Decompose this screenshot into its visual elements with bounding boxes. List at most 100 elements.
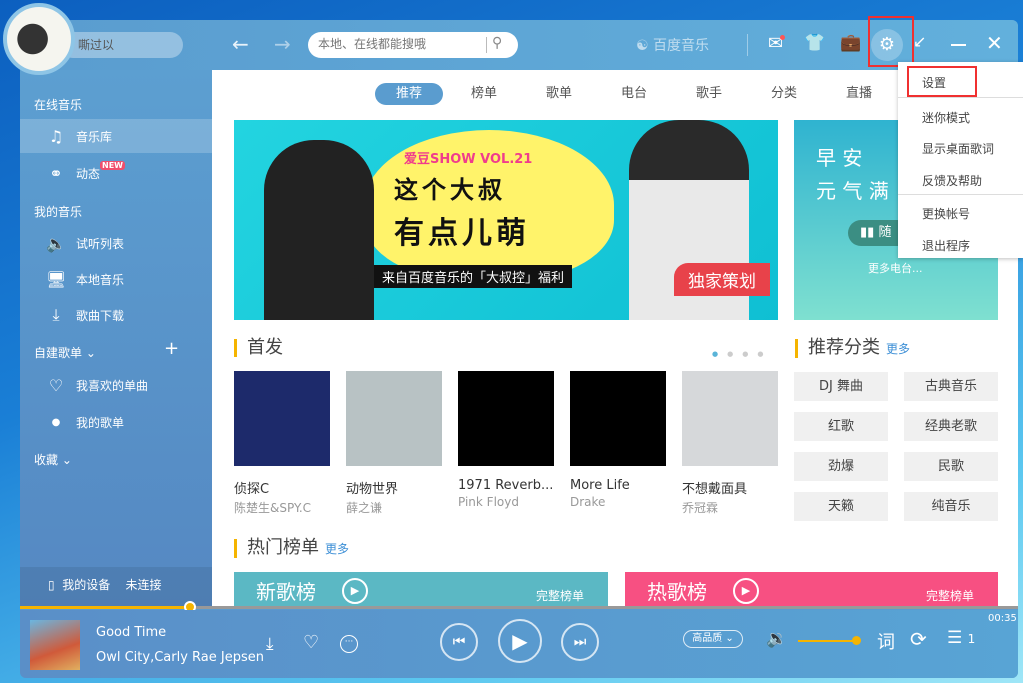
toolbox-icon[interactable]: 💼 [840, 33, 861, 53]
main-banner[interactable]: 爱豆SHOW VOL.21 这个大叔 有点儿萌 来自百度音乐的「大叔控」福利 独… [234, 120, 778, 320]
play-circle-icon[interactable]: ▶ [733, 578, 759, 604]
close-icon[interactable]: ✕ [986, 31, 1003, 55]
play-icon[interactable]: ▶ [498, 619, 542, 663]
album-card[interactable]: 不想戴面具 乔冠霖 [682, 371, 778, 516]
section-collect[interactable]: 收藏 ⌄ [34, 451, 72, 468]
repeat-icon[interactable]: ⟳ [910, 627, 927, 651]
album-cover[interactable] [346, 371, 442, 466]
album-card[interactable]: 1971 Reverb... Pink Floyd [458, 371, 554, 509]
previous-icon[interactable]: ⏮ [440, 623, 478, 661]
tab-3[interactable]: 电台 [600, 83, 668, 105]
menu-item-1[interactable]: 迷你模式 [922, 109, 970, 126]
search-input[interactable] [318, 37, 478, 51]
album-artist[interactable]: 薛之谦 [346, 499, 442, 516]
album-cover[interactable] [234, 371, 330, 466]
feed-icon: ⚭ [49, 163, 63, 183]
label: 歌曲下载 [76, 308, 125, 323]
search-box[interactable]: ⚲ [308, 32, 518, 58]
playlist-icon[interactable]: ☰ 1 [947, 628, 975, 648]
album-artist[interactable]: 陈楚生&SPY.C [234, 499, 330, 516]
album-artist[interactable]: Drake [570, 495, 666, 509]
gear-highlight [868, 16, 914, 67]
chart-card[interactable]: 新歌榜 ▶ 完整榜单 [234, 572, 608, 607]
sidebar-item-my-list[interactable]: ● 我的歌单 [20, 405, 212, 439]
album-title[interactable]: More Life [570, 478, 666, 493]
volume-icon[interactable]: 🔉 [766, 629, 787, 649]
forward-icon[interactable]: → [274, 32, 291, 56]
full-chart-link[interactable]: 完整榜单 [536, 587, 584, 604]
more-link[interactable]: 更多 [886, 342, 910, 356]
mail-icon[interactable]: ✉ [768, 33, 786, 54]
label: 我的歌单 [76, 415, 125, 430]
lyrics-button[interactable]: 词 [877, 628, 895, 654]
section-custom-playlists[interactable]: 自建歌单 ⌄ [34, 344, 96, 361]
label: 动态 [76, 166, 101, 181]
download-icon[interactable]: ⤓ [266, 634, 274, 654]
album-title[interactable]: 不想戴面具 [682, 478, 778, 497]
next-icon[interactable]: ⏭ [561, 623, 599, 661]
skin-shirt-icon[interactable]: 👕 [804, 33, 825, 53]
chevron-down-icon: ⌄ [61, 453, 72, 467]
category-button[interactable]: 古典音乐 [904, 372, 998, 401]
tab-6[interactable]: 直播 [825, 83, 893, 105]
avatar[interactable] [3, 3, 75, 75]
sidebar-item-feed[interactable]: ⚭ 动态 NEW [20, 156, 212, 190]
category-button[interactable]: 劲爆 [794, 452, 888, 481]
volume-handle[interactable] [852, 636, 861, 645]
album-card[interactable]: More Life Drake [570, 371, 666, 509]
volume-slider[interactable] [798, 640, 856, 642]
more-link[interactable]: 更多 [325, 542, 349, 556]
menu-item-3[interactable]: 反馈及帮助 [922, 172, 982, 189]
full-chart-link[interactable]: 完整榜单 [926, 587, 974, 604]
album-title[interactable]: 侦探C [234, 478, 330, 497]
album-cover[interactable] [570, 371, 666, 466]
add-playlist-icon[interactable]: + [164, 338, 179, 359]
dot-icon: ● [51, 416, 61, 428]
album-card[interactable]: 侦探C 陈楚生&SPY.C [234, 371, 330, 516]
category-button[interactable]: 民歌 [904, 452, 998, 481]
minimize-icon[interactable] [951, 44, 966, 46]
menu-item-4[interactable]: 更换帐号 [922, 205, 970, 222]
mini-mode-icon[interactable]: ↙ [913, 32, 926, 51]
category-button[interactable]: 纯音乐 [904, 492, 998, 521]
more-icon[interactable]: ··· [340, 635, 358, 653]
sidebar-item-liked[interactable]: ♡ 我喜欢的单曲 [20, 368, 212, 402]
album-title[interactable]: 1971 Reverb... [458, 478, 554, 493]
play-circle-icon[interactable]: ▶ [342, 578, 368, 604]
category-button[interactable]: 经典老歌 [904, 412, 998, 441]
album-title[interactable]: 动物世界 [346, 478, 442, 497]
menu-item-2[interactable]: 显示桌面歌词 [922, 140, 994, 157]
tab-5[interactable]: 分类 [750, 83, 818, 105]
back-icon[interactable]: ← [232, 32, 249, 56]
sidebar-item-library[interactable]: ♫ 音乐库 [20, 119, 212, 153]
album-cover[interactable] [458, 371, 554, 466]
menu-item-5[interactable]: 退出程序 [922, 237, 970, 254]
device-row[interactable]: ▯ 我的设备 未连接 [20, 567, 212, 607]
song-artist[interactable]: Owl City,Carly Rae Jepsen [96, 650, 264, 665]
category-button[interactable]: 红歌 [794, 412, 888, 441]
category-button[interactable]: DJ 舞曲 [794, 372, 888, 401]
carousel-dots[interactable]: ●●●● [712, 350, 772, 358]
album-cover[interactable] [682, 371, 778, 466]
sidebar-item-trial[interactable]: 🔈 试听列表 [20, 226, 212, 260]
sidebar-item-local[interactable]: 🖥 本地音乐 [20, 262, 212, 296]
tab-2[interactable]: 歌单 [525, 83, 593, 105]
time-display: 00:35 [988, 613, 1017, 624]
category-button[interactable]: 天籁 [794, 492, 888, 521]
album-card[interactable]: 动物世界 薛之谦 [346, 371, 442, 516]
album-artist[interactable]: 乔冠霖 [682, 499, 778, 516]
tab-4[interactable]: 歌手 [675, 83, 743, 105]
chart-card[interactable]: 热歌榜 ▶ 完整榜单 [625, 572, 998, 607]
heart-icon[interactable]: ♡ [303, 632, 319, 653]
album-art[interactable] [30, 620, 80, 670]
quality-selector[interactable]: 高品质 ⌄ [683, 630, 743, 648]
tab-0[interactable]: 推荐 [375, 83, 443, 105]
username-pill[interactable]: 嘶过以 [60, 32, 183, 58]
song-title[interactable]: Good Time [96, 625, 166, 640]
search-icon[interactable]: ⚲ [492, 35, 502, 51]
section-my-music: 我的音乐 [34, 205, 83, 219]
tab-1[interactable]: 榜单 [450, 83, 518, 105]
album-artist[interactable]: Pink Floyd [458, 495, 554, 509]
sidebar-item-download[interactable]: ⤓ 歌曲下载 [20, 298, 212, 332]
baidu-music-logo: ☯ 百度音乐 [636, 38, 710, 54]
